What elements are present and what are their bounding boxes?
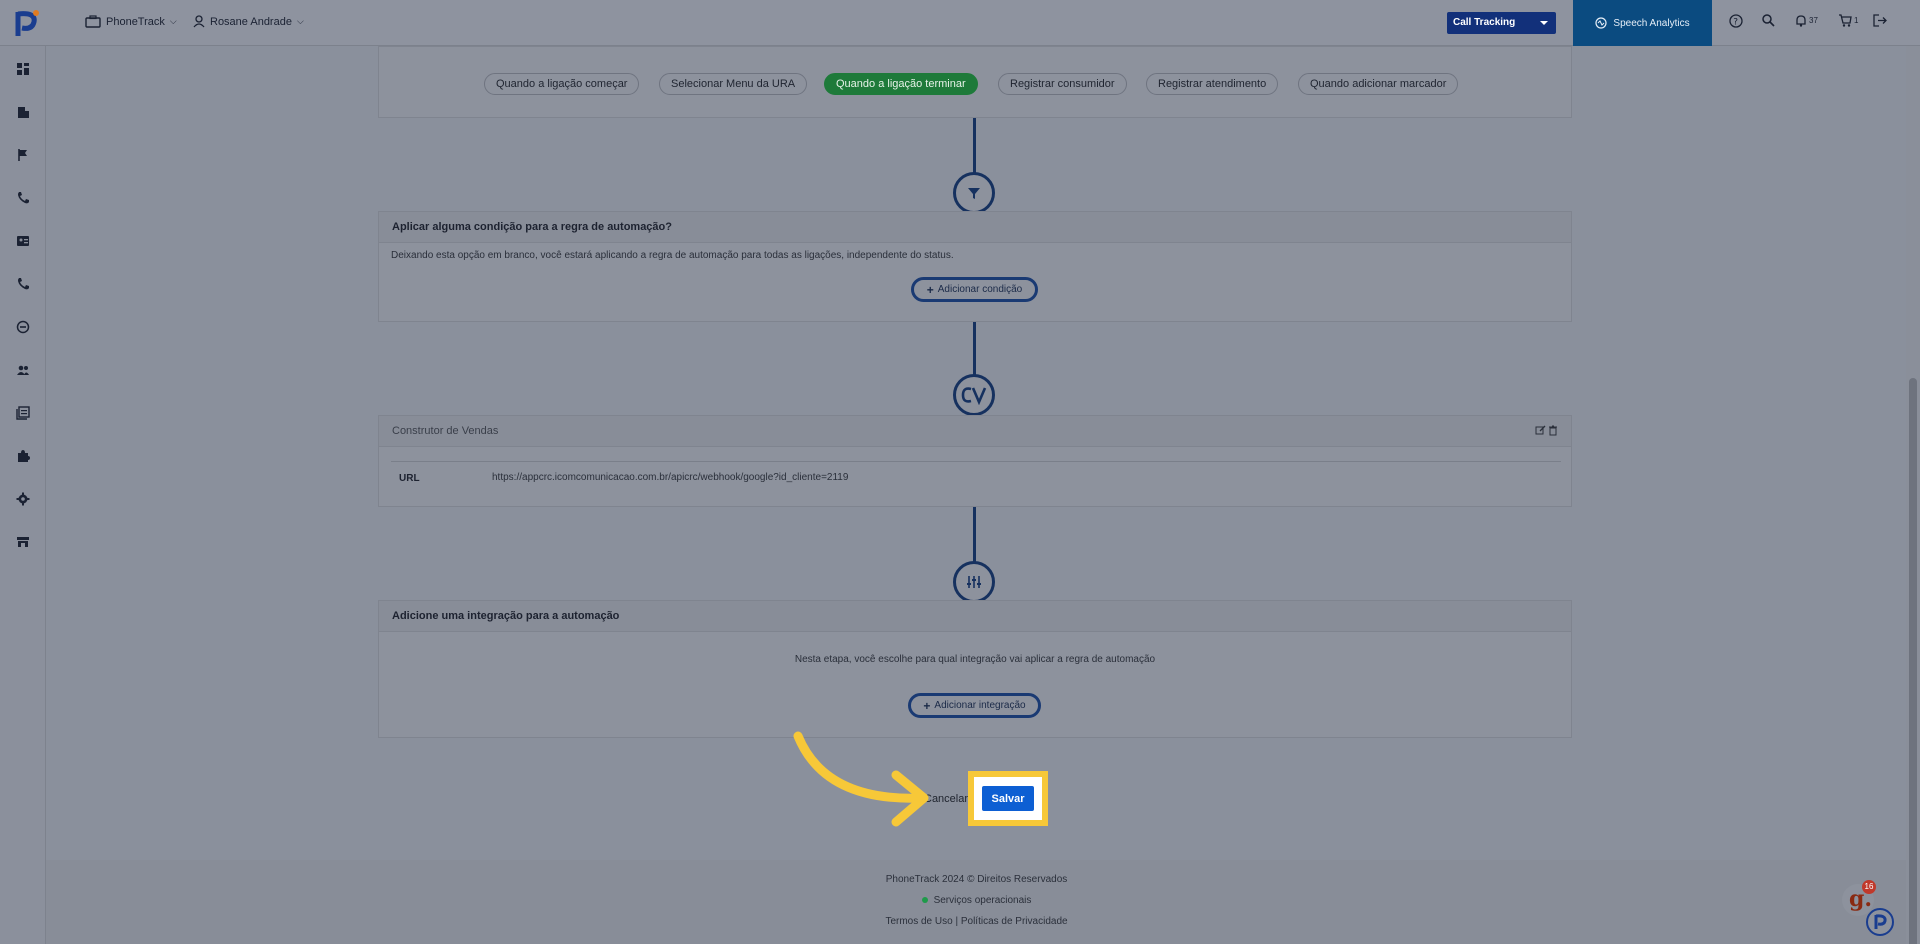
chevron-down-icon: ⌵ [169,16,177,26]
account-name: PhoneTrack [106,15,165,28]
flow-connector [973,507,976,565]
help-chat-button[interactable] [1866,908,1894,936]
settings-icon[interactable] [16,492,30,506]
plus-icon: + [923,698,931,713]
briefcase-icon [85,15,101,28]
chat-badge: 16 [1862,880,1876,894]
caret-down-icon [1540,21,1548,25]
trash-icon[interactable] [1548,425,1558,436]
logout-icon[interactable] [1873,14,1887,27]
user-selector[interactable]: Rosane Andrade ⌵ [193,15,304,28]
add-integration-label: Adicionar integração [934,700,1026,711]
condition-description: Deixando esta opção em branco, você esta… [391,250,954,261]
phone-icon[interactable] [16,191,30,205]
url-label: URL [399,473,420,484]
footer: PhoneTrack 2024 © Direitos Reservados Se… [46,860,1907,944]
cart-button[interactable]: 1 [1838,14,1858,27]
contact-card-icon[interactable] [16,234,30,248]
flag-icon[interactable] [16,148,30,162]
search-icon[interactable] [1762,14,1775,27]
divider [391,461,1561,462]
cancel-button[interactable]: Cancelar [924,793,968,805]
phone-outgoing-icon[interactable] [16,277,30,291]
filter-icon [968,188,980,199]
store-icon[interactable] [16,535,30,549]
building-icon[interactable] [16,105,30,119]
trigger-register-service[interactable]: Registrar atendimento [1146,73,1279,95]
users-icon[interactable] [16,363,30,377]
speech-analytics-button[interactable]: Speech Analytics [1573,0,1712,46]
add-condition-button[interactable]: + Adicionar condição [911,277,1038,302]
trigger-register-consumer[interactable]: Registrar consumidor [998,73,1127,95]
edit-icon[interactable] [1535,425,1546,436]
phonetrack-logo[interactable] [14,8,40,38]
condition-title: Aplicar alguma condição para a regra de … [379,212,1571,243]
scrollbar[interactable] [1906,46,1920,944]
sliders-icon [967,576,981,588]
trigger-call-end[interactable]: Quando a ligação terminar [824,73,978,95]
notifications-count: 37 [1809,16,1818,25]
filter-node [953,172,995,214]
product-select[interactable]: Call Tracking [1447,12,1556,34]
speech-analytics-label: Speech Analytics [1613,17,1690,29]
svg-text:?: ? [1733,18,1738,28]
integration-title: Adicione uma integração para a automação [379,601,1571,632]
minus-circle-icon[interactable] [16,320,30,334]
flow-connector [973,118,976,176]
add-condition-label: Adicionar condição [937,284,1023,295]
sidebar [0,46,46,944]
scrollbar-thumb[interactable] [1909,378,1917,944]
phonetrack-logo-icon [1874,914,1887,929]
cart-icon [1839,14,1852,27]
construtor-vendas-logo-icon [961,387,987,405]
integration-node [953,561,995,603]
chevron-down-icon: ⌵ [296,16,304,26]
puzzle-icon[interactable] [16,449,30,463]
footer-status-text: Serviços operacionais [933,895,1032,906]
footer-links[interactable]: Termos de Uso | Políticas de Privacidade [46,916,1907,927]
add-integration-button[interactable]: + Adicionar integração [908,693,1041,718]
user-name: Rosane Andrade [210,15,292,28]
cv-node [953,374,995,416]
bell-icon [1796,15,1806,27]
help-icon[interactable]: ? [1729,14,1743,28]
footer-status: Serviços operacionais [46,895,1907,906]
product-select-value: Call Tracking [1453,17,1516,28]
flow-connector [973,322,976,378]
account-selector[interactable]: PhoneTrack ⌵ [85,15,177,28]
trigger-ura-menu[interactable]: Selecionar Menu da URA [659,73,808,95]
footer-copyright: PhoneTrack 2024 © Direitos Reservados [885,874,1068,885]
url-value: https://appcrc.icomcomunicacao.com.br/ap… [492,472,849,483]
dashboard-icon[interactable] [16,62,30,76]
cart-count: 1 [1854,16,1859,25]
status-dot-icon [921,897,928,903]
tutorial-arrow-icon [793,731,929,827]
plus-icon: + [926,282,934,297]
user-icon [193,15,205,28]
reports-icon[interactable] [16,406,30,420]
action-title: Construtor de Vendas [379,416,1571,447]
top-bar: PhoneTrack ⌵ Rosane Andrade ⌵ Call Track… [0,0,1920,46]
trigger-call-start[interactable]: Quando a ligação começar [484,73,640,95]
trigger-add-marker[interactable]: Quando adicionar marcador [1298,73,1459,95]
integration-description: Nesta etapa, você escolhe para qual inte… [794,654,1156,665]
save-button[interactable]: Salvar [982,786,1034,811]
speech-analytics-icon [1595,17,1608,29]
notifications-button[interactable]: 37 [1795,14,1818,27]
condition-panel: Aplicar alguma condição para a regra de … [378,211,1572,322]
